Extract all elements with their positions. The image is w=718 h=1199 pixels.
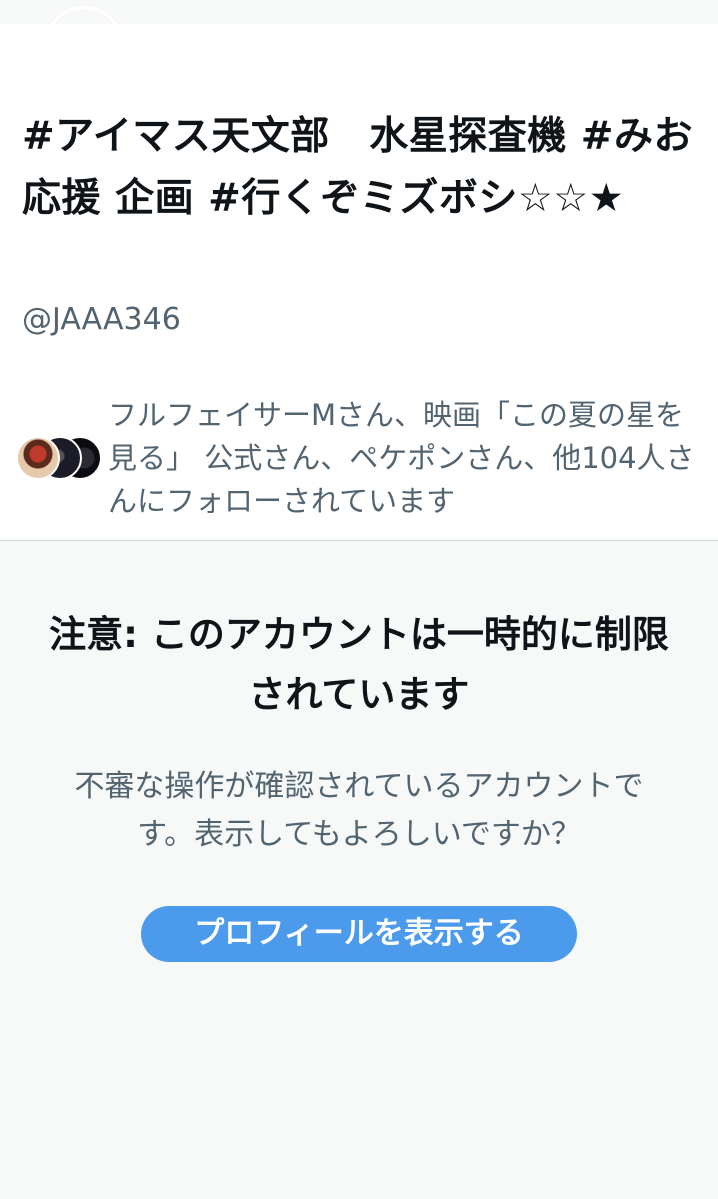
restriction-warning-panel: 注意: このアカウントは一時的に制限されています 不審な操作が確認されているアカ…: [0, 541, 718, 1199]
profile-handle: @JAAA346: [22, 302, 181, 337]
warning-body: 不審な操作が確認されているアカウントです。表示してもよろしいですか？: [74, 769, 644, 852]
followed-by-section[interactable]: フルフェイサーMさん、映画「この夏の星を見る」 公式さん、ペケポンさん、他104…: [16, 372, 706, 518]
view-profile-button[interactable]: プロフィールを表示する: [141, 906, 577, 962]
warning-title: 注意: このアカウントは一時的に制限されています: [49, 613, 669, 716]
follower-avatar: [16, 436, 60, 480]
profile-display-name: #アイマス天文部 水星探査機 #みお応援 企画 #行くぞミズボシ☆☆★: [22, 114, 693, 221]
follower-avatar-stack: [16, 436, 102, 480]
profile-avatar[interactable]: [44, 6, 124, 86]
followed-by-text: フルフェイサーMさん、映画「この夏の星を見る」 公式さん、ペケポンさん、他104…: [108, 398, 695, 518]
